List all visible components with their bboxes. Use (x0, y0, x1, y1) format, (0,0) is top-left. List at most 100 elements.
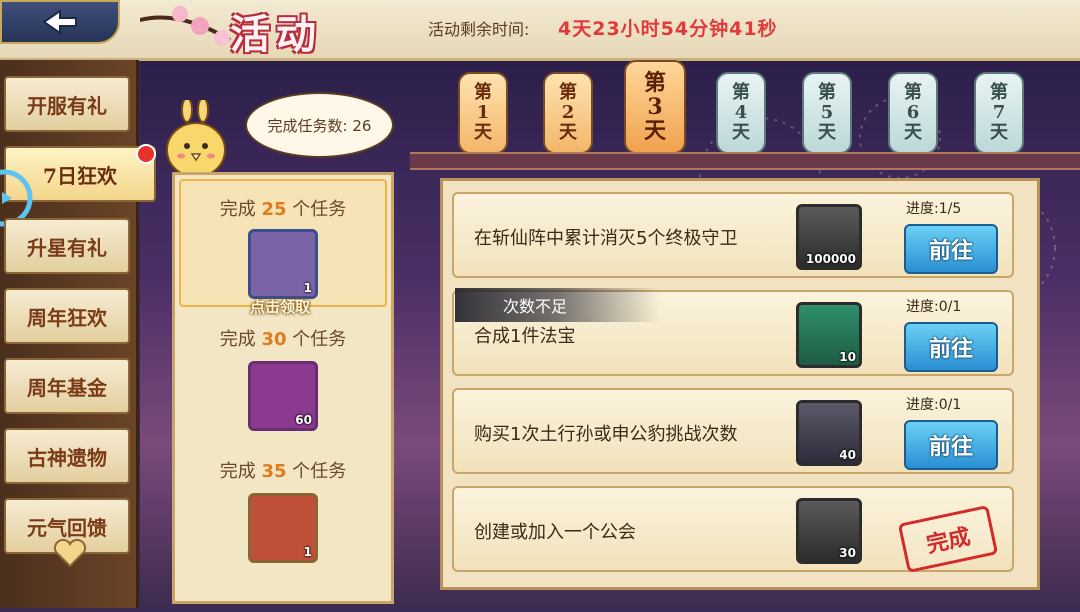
decorative-ribbon (410, 152, 1080, 170)
task-description: 购买1次土行孙或申公豹挑战次数 (474, 424, 738, 445)
back-button[interactable] (0, 0, 120, 44)
day-tab-2[interactable]: 第 2 天 (543, 72, 593, 154)
sidebar-item-label: 7日狂欢 (43, 163, 117, 188)
task-reward-qty: 30 (839, 546, 856, 560)
task-progress: 进度:1/5 (906, 201, 962, 217)
event-timer-label: 活动剩余时间: (428, 20, 530, 39)
day-tab-3[interactable]: 第 3 天 (624, 60, 686, 154)
sidebar-item-label: 元气回馈 (27, 515, 107, 540)
day-tab-prefix: 第 (818, 82, 836, 103)
toast-text: 次数不足 (503, 297, 568, 316)
milestone-reward-panel: 完成 25 个任务 1 完成 30 个任务 60 完成 35 个任务 1 (172, 172, 394, 604)
day-tab-number: 4 (734, 102, 748, 123)
task-description: 合成1件法宝 (474, 326, 576, 347)
day-tab-number: 7 (992, 102, 1006, 123)
heart-ornament-icon (53, 538, 87, 568)
day-tab-number: 3 (647, 94, 663, 120)
day-tab-7[interactable]: 第 7 天 (974, 72, 1024, 154)
task-reward-qty: 10 (839, 350, 856, 364)
day-tab-prefix: 第 (732, 82, 750, 103)
reward-qty: 1 (303, 281, 312, 295)
page-title: 活动 (230, 11, 322, 58)
reward-qty: 1 (303, 545, 312, 559)
day-tab-number: 1 (476, 102, 490, 123)
completed-stamp: 完成 (897, 504, 999, 574)
day-tab-prefix: 第 (990, 82, 1008, 103)
task-progress: 进度:0/1 (906, 397, 962, 413)
task-row: 购买1次土行孙或申公豹挑战次数 40 进度:0/1 前往 (452, 388, 1014, 474)
day-tab-6[interactable]: 第 6 天 (888, 72, 938, 154)
task-description: 创建或加入一个公会 (474, 522, 636, 543)
sidebar-item-label: 开服有礼 (27, 93, 107, 118)
reward-count: 30 (261, 329, 287, 350)
task-row: 创建或加入一个公会 30 完成 (452, 486, 1014, 574)
reward-title-25: 完成 25 个任务 (175, 195, 391, 221)
character-portrait-icon[interactable]: 60 (248, 361, 318, 431)
sidebar-item-label: 升星有礼 (27, 235, 107, 260)
chick-mascot-icon (166, 100, 226, 178)
task-progress: 进度:0/1 (906, 299, 962, 315)
day-tab-number: 2 (561, 102, 575, 123)
dragon-box-icon[interactable]: 1 (248, 493, 318, 563)
day-tab-prefix: 第 (904, 82, 922, 103)
claim-reward-button[interactable]: 点击领取 (250, 296, 310, 317)
day-tab-prefix: 第 (559, 82, 577, 103)
task-row: 在斩仙阵中累计消灭5个终极守卫 100000 进度:1/5 前往 (452, 192, 1014, 278)
treasure-chest-icon[interactable]: 1 (248, 229, 318, 299)
go-button[interactable]: 前往 (904, 420, 998, 470)
day-tab-number: 5 (820, 102, 834, 123)
completed-stamp-label: 完成 (924, 523, 973, 559)
reward-count: 25 (261, 199, 287, 220)
sidebar-item-anniversary-fund[interactable]: 周年基金 (4, 358, 130, 414)
reward-prefix: 完成 (219, 199, 256, 220)
go-button[interactable]: 前往 (904, 322, 998, 372)
day-tab-number: 6 (906, 102, 920, 123)
sidebar-item-label: 周年基金 (27, 375, 107, 400)
toast-message: 次数不足 (455, 288, 660, 322)
task-reward-qty: 40 (839, 448, 856, 462)
reward-prefix: 完成 (219, 461, 256, 482)
tasks-completed-text: 完成任务数: 26 (267, 116, 372, 135)
notification-badge (136, 144, 156, 164)
go-button[interactable]: 前往 (904, 224, 998, 274)
sidebar-item-ancient-relics[interactable]: 古神遗物 (4, 428, 130, 484)
reward-suffix: 个任务 (292, 329, 347, 350)
reward-suffix: 个任务 (292, 199, 347, 220)
go-button-label: 前往 (928, 336, 973, 362)
day-tab-4[interactable]: 第 4 天 (716, 72, 766, 154)
day-tab-prefix: 第 (643, 70, 666, 96)
day-tab-suffix: 天 (904, 122, 922, 143)
day-tab-suffix: 天 (990, 122, 1008, 143)
tasks-completed-bubble: 完成任务数: 26 (245, 92, 394, 158)
reward-count: 35 (261, 461, 287, 482)
gold-coins-icon[interactable]: 100000 (796, 204, 862, 270)
day-tab-5[interactable]: 第 5 天 (802, 72, 852, 154)
sidebar-item-anniversary-carnival[interactable]: 周年狂欢 (4, 288, 130, 344)
go-button-label: 前往 (928, 434, 973, 460)
sidebar-item-label: 周年狂欢 (27, 305, 107, 330)
blossom-branch-decoration (140, 6, 232, 46)
reward-title-35: 完成 35 个任务 (175, 457, 391, 483)
day-tab-suffix: 天 (818, 122, 836, 143)
task-reward-qty: 100000 (805, 252, 856, 266)
reward-prefix: 完成 (219, 329, 256, 350)
reward-title-30: 完成 30 个任务 (175, 325, 391, 351)
day-tab-suffix: 天 (559, 122, 577, 143)
back-arrow-icon (42, 9, 77, 35)
go-button-label: 前往 (928, 238, 973, 264)
bamboo-scroll-icon[interactable]: 30 (796, 498, 862, 564)
day-tab-suffix: 天 (732, 122, 750, 143)
peach-icon[interactable]: 10 (796, 302, 862, 368)
day-tab-suffix: 天 (474, 122, 492, 143)
day-tab-prefix: 第 (474, 82, 492, 103)
day-tab-suffix: 天 (643, 118, 666, 144)
task-description: 在斩仙阵中累计消灭5个终极守卫 (474, 228, 738, 249)
event-timer-value: 4天23小时54分钟41秒 (558, 18, 778, 40)
reward-qty: 60 (295, 413, 312, 427)
reward-suffix: 个任务 (292, 461, 347, 482)
sidebar-item-star-gift[interactable]: 升星有礼 (4, 218, 130, 274)
sidebar-item-label: 古神遗物 (27, 445, 107, 470)
character-fragment-icon[interactable]: 40 (796, 400, 862, 466)
sidebar-item-server-gift[interactable]: 开服有礼 (4, 76, 130, 132)
day-tab-1[interactable]: 第 1 天 (458, 72, 508, 154)
